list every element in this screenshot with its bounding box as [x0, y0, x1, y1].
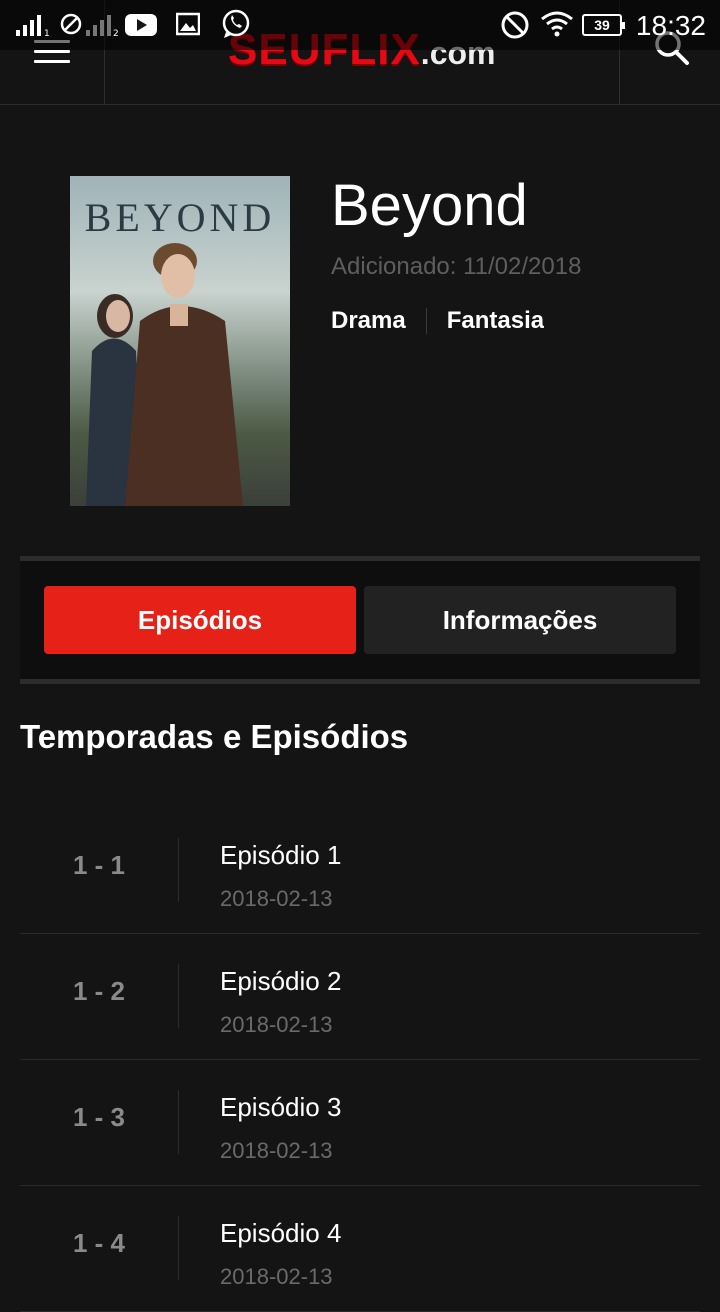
episode-title: Episódio 1: [220, 840, 342, 870]
show-title: Beyond: [331, 173, 528, 238]
youtube-icon: [125, 14, 157, 36]
episode-divider: [178, 1090, 179, 1154]
status-bar: 1 2 39 18:32: [0, 0, 720, 50]
episode-number: 1 - 3: [72, 1102, 126, 1132]
poster-title: BEYOND: [84, 195, 276, 240]
episode-divider: [178, 1216, 179, 1280]
episode-list: 1 - 1 Episódio 1 2018-02-13 1 - 2 Episód…: [20, 808, 700, 1312]
episode-row[interactable]: 1 - 2 Episódio 2 2018-02-13: [20, 934, 700, 1060]
signal-icon: 1: [16, 15, 50, 38]
episode-number: 1 - 4: [72, 1228, 126, 1258]
episode-number: 1 - 2: [72, 976, 126, 1006]
genre-tag[interactable]: Fantasia: [447, 306, 544, 336]
episode-divider: [178, 838, 179, 902]
svg-text:1: 1: [44, 29, 50, 38]
episode-divider: [178, 964, 179, 1028]
episode-date: 2018-02-13: [220, 1264, 333, 1289]
episode-number: 1 - 1: [72, 850, 126, 880]
genre-separator: [425, 308, 427, 334]
show-poster: BEYOND: [70, 176, 290, 506]
episode-row[interactable]: 1 - 3 Episódio 3 2018-02-13: [20, 1060, 700, 1186]
battery-icon: 39: [582, 14, 625, 36]
tab-episodes[interactable]: Episódios: [44, 586, 356, 654]
gallery-icon: [176, 12, 200, 36]
genre-list: Drama Fantasia: [331, 306, 544, 336]
episode-title: Episódio 4: [220, 1218, 342, 1248]
episode-date: 2018-02-13: [220, 1012, 333, 1037]
tab-bar: Episódios Informações: [20, 556, 700, 684]
no-sim-icon: 2: [60, 13, 119, 38]
episode-row[interactable]: 1 - 1 Episódio 1 2018-02-13: [20, 808, 700, 934]
genre-tag[interactable]: Drama: [331, 306, 406, 336]
section-title: Temporadas e Episódios: [20, 718, 409, 755]
episode-row[interactable]: 1 - 4 Episódio 4 2018-02-13: [20, 1186, 700, 1312]
added-date: Adicionado: 11/02/2018: [331, 253, 582, 280]
svg-text:2: 2: [113, 29, 119, 38]
tab-info[interactable]: Informações: [364, 586, 676, 654]
episode-title: Episódio 2: [220, 966, 342, 996]
whatsapp-icon: [222, 9, 250, 38]
do-not-disturb-icon: [501, 11, 529, 39]
episode-title: Episódio 3: [220, 1092, 342, 1122]
episode-date: 2018-02-13: [220, 886, 333, 911]
status-time: 18:32: [635, 10, 706, 41]
wifi-icon: [541, 11, 573, 37]
episode-date: 2018-02-13: [220, 1138, 333, 1163]
